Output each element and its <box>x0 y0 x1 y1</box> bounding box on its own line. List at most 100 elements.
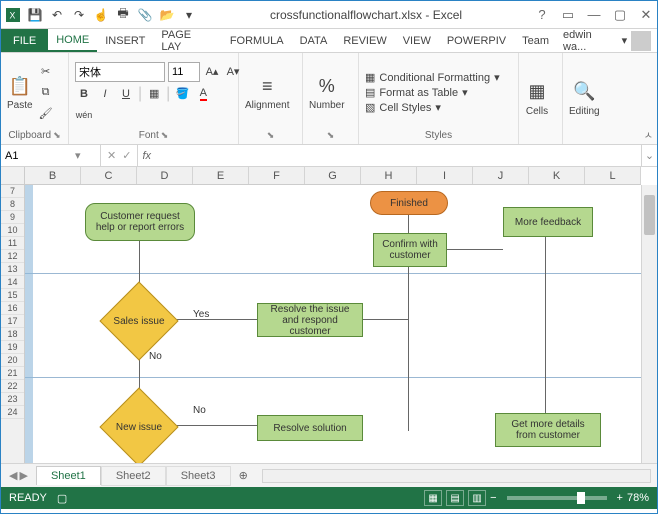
font-color-button[interactable]: A <box>194 85 212 103</box>
tab-file[interactable]: FILE <box>1 29 48 52</box>
row-header[interactable]: 13 <box>1 263 24 276</box>
number-launcher-icon[interactable]: ⬊ <box>327 130 335 141</box>
font-size-combo[interactable]: 11 <box>168 62 200 82</box>
col-header[interactable]: K <box>529 167 585 184</box>
border-button[interactable]: ▦ <box>145 85 163 103</box>
row-header[interactable]: 19 <box>1 341 24 354</box>
redo-icon[interactable]: ↷ <box>71 7 87 23</box>
row-header[interactable]: 14 <box>1 276 24 289</box>
fx-icon[interactable]: fx <box>142 150 151 162</box>
row-header[interactable]: 8 <box>1 198 24 211</box>
shape-new-issue[interactable]: New issue <box>111 399 167 455</box>
undo-icon[interactable]: ↶ <box>49 7 65 23</box>
row-header[interactable]: 21 <box>1 367 24 380</box>
save-icon[interactable]: 💾 <box>27 7 43 23</box>
editing-button[interactable]: 🔍 Editing <box>569 80 600 117</box>
row-header[interactable]: 9 <box>1 211 24 224</box>
tab-insert[interactable]: INSERT <box>97 29 153 52</box>
maximize-icon[interactable]: ▢ <box>613 8 627 22</box>
tab-formulas[interactable]: FORMULA <box>222 29 292 52</box>
col-header[interactable]: D <box>137 167 193 184</box>
shape-confirm[interactable]: Confirm with customer <box>373 233 447 267</box>
copy-icon[interactable]: ⧉ <box>37 84 55 102</box>
shape-finished[interactable]: Finished <box>370 191 448 215</box>
tab-home[interactable]: HOME <box>48 29 97 52</box>
conditional-formatting-button[interactable]: ▦Conditional Formatting ▾ <box>365 71 500 84</box>
cells-button[interactable]: ▦ Cells <box>525 80 549 117</box>
col-header[interactable]: C <box>81 167 137 184</box>
help-icon[interactable]: ? <box>535 8 549 22</box>
col-header[interactable]: G <box>305 167 361 184</box>
paste-button[interactable]: 📋 Paste <box>7 74 33 111</box>
col-header[interactable]: L <box>585 167 641 184</box>
enter-formula-icon[interactable]: ✓ <box>122 149 131 162</box>
col-header[interactable]: E <box>193 167 249 184</box>
row-header[interactable]: 7 <box>1 185 24 198</box>
namebox-dropdown-icon[interactable]: ▾ <box>75 149 81 162</box>
scrollbar-thumb[interactable] <box>644 195 655 235</box>
row-header[interactable]: 16 <box>1 302 24 315</box>
row-header[interactable]: 11 <box>1 237 24 250</box>
clipboard-launcher-icon[interactable]: ⬊ <box>53 130 61 141</box>
column-headers[interactable]: B C D E F G H I J K L <box>25 167 641 185</box>
col-header[interactable]: H <box>361 167 417 184</box>
sheet-tab-1[interactable]: Sheet1 <box>36 466 101 485</box>
row-header[interactable]: 15 <box>1 289 24 302</box>
tab-powerpivot[interactable]: POWERPIV <box>439 29 514 52</box>
row-header[interactable]: 22 <box>1 380 24 393</box>
shape-resolve-issue[interactable]: Resolve the issue and respond customer <box>257 303 363 337</box>
touch-mode-icon[interactable]: ☝ <box>93 7 109 23</box>
col-header[interactable]: B <box>25 167 81 184</box>
shape-more-feedback[interactable]: More feedback <box>503 207 593 237</box>
quick-print-icon[interactable]: 🖶 <box>115 7 131 23</box>
row-headers[interactable]: 7 8 9 10 11 12 13 14 15 16 17 18 19 20 2… <box>1 185 25 463</box>
zoom-knob[interactable] <box>577 492 585 504</box>
number-button[interactable]: % Number <box>309 74 345 111</box>
sheet-tab-2[interactable]: Sheet2 <box>101 466 166 486</box>
format-painter-icon[interactable]: 🖌 <box>37 105 55 123</box>
shape-sales-issue[interactable]: Sales issue <box>111 293 167 349</box>
user-menu[interactable]: edwin wa...▾ <box>557 29 657 52</box>
name-box[interactable]: ▾ <box>1 145 101 166</box>
page-layout-view-icon[interactable]: ▤ <box>446 490 464 506</box>
fill-color-button[interactable]: 🪣 <box>173 85 191 103</box>
shape-get-details[interactable]: Get more details from customer <box>495 413 601 447</box>
formula-input-wrap[interactable]: fx <box>138 145 641 166</box>
sheet-next-icon[interactable]: ▶ <box>19 469 27 482</box>
col-header[interactable]: F <box>249 167 305 184</box>
row-header[interactable]: 17 <box>1 315 24 328</box>
new-sheet-button[interactable]: ⊕ <box>231 469 256 482</box>
shape-resolve-solution[interactable]: Resolve solution <box>257 415 363 441</box>
horizontal-scrollbar[interactable] <box>262 469 651 483</box>
alignment-launcher-icon[interactable]: ⬊ <box>267 130 275 141</box>
macro-record-icon[interactable]: ▢ <box>57 492 67 505</box>
tab-team[interactable]: Team <box>514 29 557 52</box>
row-header[interactable]: 10 <box>1 224 24 237</box>
row-header[interactable]: 24 <box>1 406 24 419</box>
collapse-ribbon-icon[interactable]: ㅅ <box>644 127 653 142</box>
open-icon[interactable]: 📂 <box>159 7 175 23</box>
row-header[interactable]: 23 <box>1 393 24 406</box>
sheet-prev-icon[interactable]: ◀ <box>9 469 17 482</box>
attach-icon[interactable]: 📎 <box>137 7 153 23</box>
name-box-input[interactable] <box>5 150 75 162</box>
close-icon[interactable]: ✕ <box>639 8 653 22</box>
worksheet-grid[interactable]: B C D E F G H I J K L 7 8 9 10 11 12 13 … <box>1 167 657 463</box>
zoom-in-icon[interactable]: + <box>617 492 623 504</box>
zoom-level[interactable]: 78% <box>627 492 649 504</box>
page-break-view-icon[interactable]: ▥ <box>468 490 486 506</box>
col-header[interactable]: I <box>417 167 473 184</box>
italic-button[interactable]: I <box>96 85 114 103</box>
row-header[interactable]: 18 <box>1 328 24 341</box>
ribbon-display-icon[interactable]: ▭ <box>561 8 575 22</box>
tab-review[interactable]: REVIEW <box>335 29 394 52</box>
cut-icon[interactable]: ✂ <box>37 63 55 81</box>
select-all-corner[interactable] <box>1 167 25 185</box>
minimize-icon[interactable]: — <box>587 8 601 22</box>
font-name-combo[interactable]: 宋体 <box>75 62 165 82</box>
cancel-formula-icon[interactable]: ✕ <box>107 149 116 162</box>
qat-dropdown-icon[interactable]: ▾ <box>181 7 197 23</box>
tab-data[interactable]: DATA <box>292 29 336 52</box>
bold-button[interactable]: B <box>75 85 93 103</box>
tab-view[interactable]: VIEW <box>395 29 439 52</box>
